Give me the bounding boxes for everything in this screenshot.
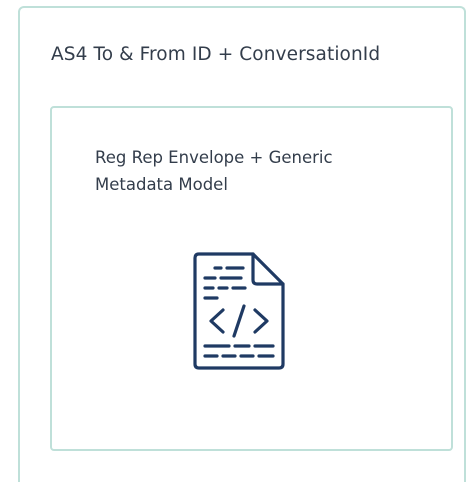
outer-container-label: AS4 To & From ID + ConversationId	[51, 44, 381, 65]
code-document-icon	[193, 252, 285, 370]
inner-container-label: Reg Rep Envelope + Generic Metadata Mode…	[95, 148, 333, 194]
